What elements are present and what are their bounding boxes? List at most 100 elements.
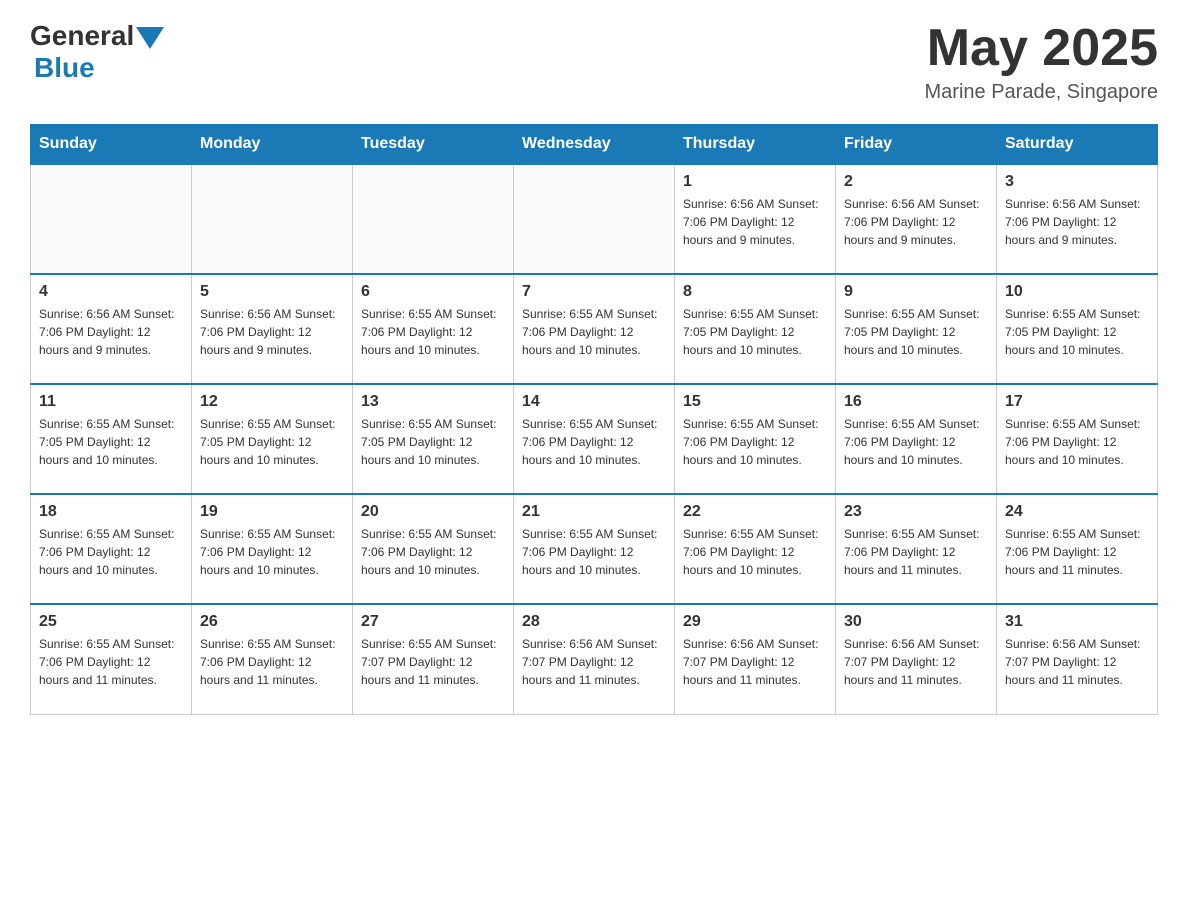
day-info: Sunrise: 6:56 AM Sunset: 7:06 PM Dayligh… [200,305,344,359]
calendar-cell: 20Sunrise: 6:55 AM Sunset: 7:06 PM Dayli… [353,494,514,604]
calendar-cell: 1 Sunrise: 6:56 AM Sunset: 7:06 PM Daylig… [675,164,836,274]
calendar-week-row: 11 Sunrise: 6:55 AM Sunset: 7:05 PM Dayli… [31,384,1158,494]
calendar-cell: 29 Sunrise: 6:56 AM Sunset: 7:07 PM Dayli… [675,604,836,714]
logo-blue-text: Blue [34,52,95,84]
calendar-table: SundayMondayTuesdayWednesdayThursdayFrid… [30,124,1158,715]
day-number: 28 [522,613,666,631]
calendar-week-row: 25 Sunrise: 6:55 AM Sunset: 7:06 PM Dayli… [31,604,1158,714]
day-info: Sunrise: 6:55 AM Sunset: 7:06 PM Dayligh… [39,525,183,579]
day-number: 8 [683,283,827,301]
calendar-cell: 5 Sunrise: 6:56 AM Sunset: 7:06 PM Daylig… [192,274,353,384]
calendar-cell: 11 Sunrise: 6:55 AM Sunset: 7:05 PM Dayli… [31,384,192,494]
day-number: 1 [683,173,827,191]
calendar-cell: 10 Sunrise: 6:55 AM Sunset: 7:05 PM Dayli… [997,274,1158,384]
calendar-cell: 21Sunrise: 6:55 AM Sunset: 7:06 PM Dayli… [514,494,675,604]
day-info: Sunrise: 6:55 AM Sunset: 7:06 PM Dayligh… [522,305,666,359]
logo: General Blue [30,20,164,84]
calendar-week-row: 4 Sunrise: 6:56 AM Sunset: 7:06 PM Daylig… [31,274,1158,384]
calendar-cell: 7 Sunrise: 6:55 AM Sunset: 7:06 PM Daylig… [514,274,675,384]
calendar-cell [353,164,514,274]
calendar-week-row: 1 Sunrise: 6:56 AM Sunset: 7:06 PM Daylig… [31,164,1158,274]
day-number: 26 [200,613,344,631]
calendar-cell: 31Sunrise: 6:56 AM Sunset: 7:07 PM Dayli… [997,604,1158,714]
title-section: May 2025 Marine Parade, Singapore [925,20,1158,104]
day-info: Sunrise: 6:55 AM Sunset: 7:06 PM Dayligh… [844,525,988,579]
calendar-cell [514,164,675,274]
day-info: Sunrise: 6:55 AM Sunset: 7:06 PM Dayligh… [844,415,988,469]
logo-triangle-icon [136,27,164,49]
day-info: Sunrise: 6:56 AM Sunset: 7:06 PM Dayligh… [844,195,988,249]
day-number: 30 [844,613,988,631]
day-number: 10 [1005,283,1149,301]
calendar-cell: 4 Sunrise: 6:56 AM Sunset: 7:06 PM Daylig… [31,274,192,384]
day-number: 3 [1005,173,1149,191]
calendar-cell: 19 Sunrise: 6:55 AM Sunset: 7:06 PM Dayli… [192,494,353,604]
day-number: 27 [361,613,505,631]
day-info: Sunrise: 6:55 AM Sunset: 7:06 PM Dayligh… [683,415,827,469]
day-info: Sunrise: 6:56 AM Sunset: 7:07 PM Dayligh… [844,635,988,689]
day-number: 11 [39,393,183,411]
day-number: 2 [844,173,988,191]
day-number: 9 [844,283,988,301]
day-number: 31 [1005,613,1149,631]
calendar-cell: 27Sunrise: 6:55 AM Sunset: 7:07 PM Dayli… [353,604,514,714]
calendar-week-row: 18 Sunrise: 6:55 AM Sunset: 7:06 PM Dayli… [31,494,1158,604]
location-text: Marine Parade, Singapore [925,81,1158,104]
calendar-cell: 14 Sunrise: 6:55 AM Sunset: 7:06 PM Dayli… [514,384,675,494]
day-number: 29 [683,613,827,631]
day-info: Sunrise: 6:55 AM Sunset: 7:06 PM Dayligh… [200,635,344,689]
day-number: 25 [39,613,183,631]
day-number: 19 [200,503,344,521]
weekday-header-tuesday: Tuesday [353,125,514,165]
calendar-cell: 26 Sunrise: 6:55 AM Sunset: 7:06 PM Dayli… [192,604,353,714]
day-info: Sunrise: 6:56 AM Sunset: 7:06 PM Dayligh… [1005,195,1149,249]
day-info: Sunrise: 6:55 AM Sunset: 7:05 PM Dayligh… [200,415,344,469]
weekday-header-saturday: Saturday [997,125,1158,165]
day-info: Sunrise: 6:56 AM Sunset: 7:06 PM Dayligh… [683,195,827,249]
day-number: 7 [522,283,666,301]
day-info: Sunrise: 6:55 AM Sunset: 7:06 PM Dayligh… [683,525,827,579]
day-number: 5 [200,283,344,301]
logo-general-text: General [30,20,134,52]
calendar-cell [31,164,192,274]
calendar-cell: 28Sunrise: 6:56 AM Sunset: 7:07 PM Dayli… [514,604,675,714]
day-info: Sunrise: 6:55 AM Sunset: 7:05 PM Dayligh… [844,305,988,359]
calendar-cell: 12 Sunrise: 6:55 AM Sunset: 7:05 PM Dayli… [192,384,353,494]
day-number: 21 [522,503,666,521]
calendar-cell: 3 Sunrise: 6:56 AM Sunset: 7:06 PM Daylig… [997,164,1158,274]
day-info: Sunrise: 6:55 AM Sunset: 7:05 PM Dayligh… [361,415,505,469]
day-number: 15 [683,393,827,411]
day-info: Sunrise: 6:55 AM Sunset: 7:05 PM Dayligh… [1005,305,1149,359]
day-info: Sunrise: 6:55 AM Sunset: 7:06 PM Dayligh… [361,525,505,579]
day-number: 14 [522,393,666,411]
day-info: Sunrise: 6:55 AM Sunset: 7:06 PM Dayligh… [522,415,666,469]
calendar-cell: 2 Sunrise: 6:56 AM Sunset: 7:06 PM Daylig… [836,164,997,274]
day-number: 18 [39,503,183,521]
calendar-cell: 17Sunrise: 6:55 AM Sunset: 7:06 PM Dayli… [997,384,1158,494]
calendar-cell: 13Sunrise: 6:55 AM Sunset: 7:05 PM Dayli… [353,384,514,494]
calendar-cell: 16Sunrise: 6:55 AM Sunset: 7:06 PM Dayli… [836,384,997,494]
day-number: 24 [1005,503,1149,521]
calendar-cell: 24 Sunrise: 6:55 AM Sunset: 7:06 PM Dayli… [997,494,1158,604]
day-number: 12 [200,393,344,411]
weekday-header-thursday: Thursday [675,125,836,165]
day-info: Sunrise: 6:55 AM Sunset: 7:06 PM Dayligh… [200,525,344,579]
calendar-cell: 8Sunrise: 6:55 AM Sunset: 7:05 PM Daylig… [675,274,836,384]
calendar-cell: 25Sunrise: 6:55 AM Sunset: 7:06 PM Dayli… [31,604,192,714]
day-number: 22 [683,503,827,521]
weekday-header-monday: Monday [192,125,353,165]
calendar-cell: 6Sunrise: 6:55 AM Sunset: 7:06 PM Daylig… [353,274,514,384]
day-info: Sunrise: 6:56 AM Sunset: 7:07 PM Dayligh… [683,635,827,689]
day-number: 4 [39,283,183,301]
calendar-cell: 30 Sunrise: 6:56 AM Sunset: 7:07 PM Dayli… [836,604,997,714]
day-info: Sunrise: 6:55 AM Sunset: 7:05 PM Dayligh… [39,415,183,469]
day-info: Sunrise: 6:55 AM Sunset: 7:06 PM Dayligh… [1005,525,1149,579]
weekday-header-wednesday: Wednesday [514,125,675,165]
day-info: Sunrise: 6:56 AM Sunset: 7:06 PM Dayligh… [39,305,183,359]
day-info: Sunrise: 6:55 AM Sunset: 7:06 PM Dayligh… [1005,415,1149,469]
day-number: 6 [361,283,505,301]
calendar-cell: 23Sunrise: 6:55 AM Sunset: 7:06 PM Dayli… [836,494,997,604]
calendar-cell: 15 Sunrise: 6:55 AM Sunset: 7:06 PM Dayli… [675,384,836,494]
calendar-cell: 9 Sunrise: 6:55 AM Sunset: 7:05 PM Daylig… [836,274,997,384]
weekday-header-row: SundayMondayTuesdayWednesdayThursdayFrid… [31,125,1158,165]
